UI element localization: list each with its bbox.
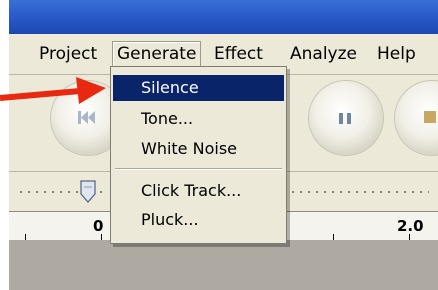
annotation-arrow-icon	[0, 77, 106, 104]
